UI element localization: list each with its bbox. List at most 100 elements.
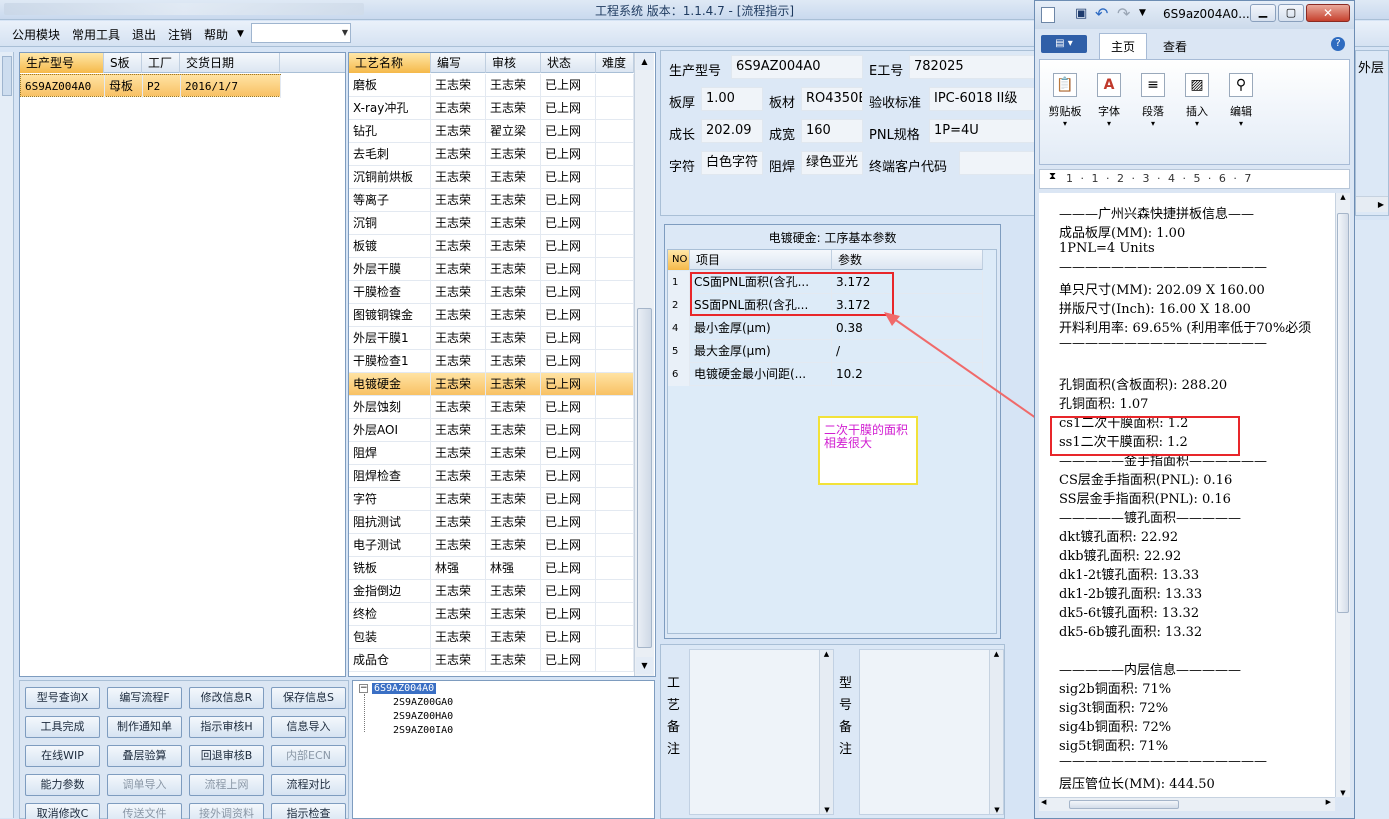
internal-ecn-button[interactable]: 内部ECN [271, 745, 346, 767]
field-standard[interactable]: IPC-6018 II级 [929, 87, 1039, 111]
cancel-edit-button[interactable]: 取消修改C [25, 803, 100, 819]
table-row[interactable]: 电镀硬金 王志荣 王志荣 已上网 [349, 373, 634, 396]
scroll-down-icon[interactable]: ▼ [820, 806, 834, 814]
menu-help[interactable]: 帮助 [204, 26, 228, 43]
scroll-thumb[interactable] [637, 308, 652, 648]
col-header-item[interactable]: 项目 [690, 250, 832, 270]
menu-public-module[interactable]: 公用模块 [12, 26, 60, 43]
insert-group[interactable]: ▨ 插入 ▾ [1177, 69, 1217, 159]
table-row[interactable]: 去毛刺 王志荣 王志荣 已上网 [349, 143, 634, 166]
tree-root[interactable]: 6S9AZ004A0 [372, 683, 437, 694]
table-row[interactable]: 铣板 林强 林强 已上网 [349, 557, 634, 580]
scroll-down-icon[interactable]: ▼ [990, 806, 1004, 814]
edit-info-button[interactable]: 修改信息R [189, 687, 264, 709]
model-notes-field[interactable]: ▲ ▼ [859, 649, 1004, 815]
field-thickness[interactable]: 1.00 [701, 87, 763, 111]
capability-params-button[interactable]: 能力参数 [25, 774, 100, 796]
table-row[interactable]: 外层干膜 王志荣 王志荣 已上网 [349, 258, 634, 281]
field-prod-model[interactable]: 6S9AZ004A0 [731, 55, 863, 79]
col-header-status[interactable]: 状态 [541, 53, 596, 73]
minimize-button[interactable]: ▁ [1250, 4, 1276, 22]
process-notes-field[interactable]: ▲ ▼ [689, 649, 834, 815]
help-dropdown-icon[interactable]: ▼ [237, 29, 244, 39]
field-width[interactable]: 160 [801, 119, 863, 143]
table-row[interactable]: 金指倒边 王志荣 王志荣 已上网 [349, 580, 634, 603]
table-row[interactable]: 图镀铜镍金 王志荣 王志荣 已上网 [349, 304, 634, 327]
instruction-check-button[interactable]: 指示检查 [271, 803, 346, 819]
scroll-down-icon[interactable]: ▼ [636, 657, 653, 674]
menu-exit[interactable]: 退出 [132, 26, 156, 43]
scroll-up-icon[interactable]: ▲ [636, 53, 653, 70]
table-row[interactable]: 外层蚀刻 王志荣 王志荣 已上网 [349, 396, 634, 419]
font-group[interactable]: A 字体 ▾ [1089, 69, 1129, 159]
scroll-up-icon[interactable]: ▲ [990, 650, 1003, 658]
table-row[interactable]: 等离子 王志荣 王志荣 已上网 [349, 189, 634, 212]
horizontal-scrollbar[interactable]: ◀ ▶ [1039, 797, 1335, 811]
table-row[interactable]: 磨板 王志荣 王志荣 已上网 [349, 74, 634, 97]
table-row[interactable]: 沉铜前烘板 王志荣 王志荣 已上网 [349, 166, 634, 189]
tree-collapse-icon[interactable]: − [359, 684, 368, 693]
save-icon[interactable]: ▣ [1075, 6, 1087, 21]
import-order-button[interactable]: 调单导入 [107, 774, 182, 796]
scroll-thumb[interactable] [1337, 213, 1349, 613]
receive-external-button[interactable]: 接外调资料 [189, 803, 264, 819]
send-file-button[interactable]: 传送文件 [107, 803, 182, 819]
table-row[interactable]: 干膜检查 王志荣 王志荣 已上网 [349, 281, 634, 304]
save-info-button[interactable]: 保存信息S [271, 687, 346, 709]
scroll-left-icon[interactable]: ◀ [1041, 798, 1046, 806]
field-pnl[interactable]: 1P=4U [929, 119, 1039, 143]
tree-node[interactable]: 2S9AZ00HA0 [393, 711, 453, 722]
col-header-s-board[interactable]: S板 [104, 53, 142, 73]
col-header-difficulty[interactable]: 难度 [596, 53, 634, 73]
help-icon[interactable]: ? [1331, 37, 1345, 51]
notes-scrollbar[interactable]: ▲ ▼ [819, 650, 833, 814]
table-row[interactable]: 干膜检查1 王志荣 王志荣 已上网 [349, 350, 634, 373]
paragraph-group[interactable]: ≡ 段落 ▾ [1133, 69, 1173, 159]
table-row[interactable]: 阻焊检查 王志荣 王志荣 已上网 [349, 465, 634, 488]
process-scrollbar[interactable]: ▲ ▼ [634, 53, 654, 676]
scroll-thumb[interactable] [1069, 800, 1179, 809]
nav-collapse-handle[interactable] [2, 56, 12, 96]
app-menu-button[interactable]: ▤ ▾ [1041, 35, 1087, 53]
quick-access-dropdown-icon[interactable]: ▼ [1139, 8, 1146, 18]
flow-compare-button[interactable]: 流程对比 [271, 774, 346, 796]
field-mask[interactable]: 绿色亚光 [801, 151, 863, 175]
col-header-param[interactable]: 参数 [832, 250, 983, 270]
field-customer[interactable] [959, 151, 1039, 175]
table-row[interactable]: 板镀 王志荣 王志荣 已上网 [349, 235, 634, 258]
field-material[interactable]: RO4350B [801, 87, 863, 111]
table-row[interactable]: 钻孔 王志荣 翟立梁 已上网 [349, 120, 634, 143]
indent-marker-icon[interactable]: ⧗ [1049, 171, 1056, 182]
col-header-process[interactable]: 工艺名称 [349, 53, 431, 73]
table-row[interactable]: X-ray冲孔 王志荣 王志荣 已上网 [349, 97, 634, 120]
col-header-factory[interactable]: 工厂 [142, 53, 180, 73]
col-header-author[interactable]: 编写 [431, 53, 486, 73]
tree-node[interactable]: 2S9AZ00GA0 [393, 697, 453, 708]
table-row[interactable]: 字符 王志荣 王志荣 已上网 [349, 488, 634, 511]
ruler[interactable]: 1 · 1 · 2 · 3 · 4 · 5 · 6 · 7 [1039, 169, 1350, 189]
undo-icon[interactable]: ↶ [1095, 4, 1108, 23]
left-collapsed-nav[interactable] [0, 52, 14, 818]
table-row[interactable]: 6S9AZ004A0 母板 P2 2016/1/7 [20, 74, 281, 98]
scroll-up-icon[interactable]: ▲ [1336, 193, 1350, 201]
document-page[interactable]: ———广州兴森快捷拼板信息—— 成品板厚(MM): 1.00 1PNL=4 Unit… [1039, 193, 1335, 797]
edit-group[interactable]: ⚲ 编辑 ▾ [1221, 69, 1261, 159]
col-header-reviewer[interactable]: 审核 [486, 53, 541, 73]
model-query-button[interactable]: 型号查询X [25, 687, 100, 709]
menu-common-tools[interactable]: 常用工具 [72, 26, 120, 43]
maximize-button[interactable]: ▢ [1278, 4, 1304, 22]
tab-home[interactable]: 主页 [1099, 33, 1147, 59]
scroll-down-icon[interactable]: ▼ [1336, 789, 1350, 797]
write-flow-button[interactable]: 编写流程F [107, 687, 182, 709]
scroll-right-icon[interactable]: ▶ [1356, 196, 1388, 212]
table-row[interactable]: 电子测试 王志荣 王志荣 已上网 [349, 534, 634, 557]
close-button[interactable]: ✕ [1306, 4, 1350, 22]
stack-check-button[interactable]: 叠层验算 [107, 745, 182, 767]
menu-logout[interactable]: 注销 [168, 26, 192, 43]
redo-icon[interactable]: ↷ [1117, 4, 1130, 23]
field-char[interactable]: 白色字符 [701, 151, 763, 175]
scroll-right-icon[interactable]: ▶ [1326, 798, 1331, 806]
col-header-no[interactable]: NO [668, 250, 690, 270]
tree-node[interactable]: 2S9AZ00IA0 [393, 725, 453, 736]
tool-done-button[interactable]: 工具完成 [25, 716, 100, 738]
